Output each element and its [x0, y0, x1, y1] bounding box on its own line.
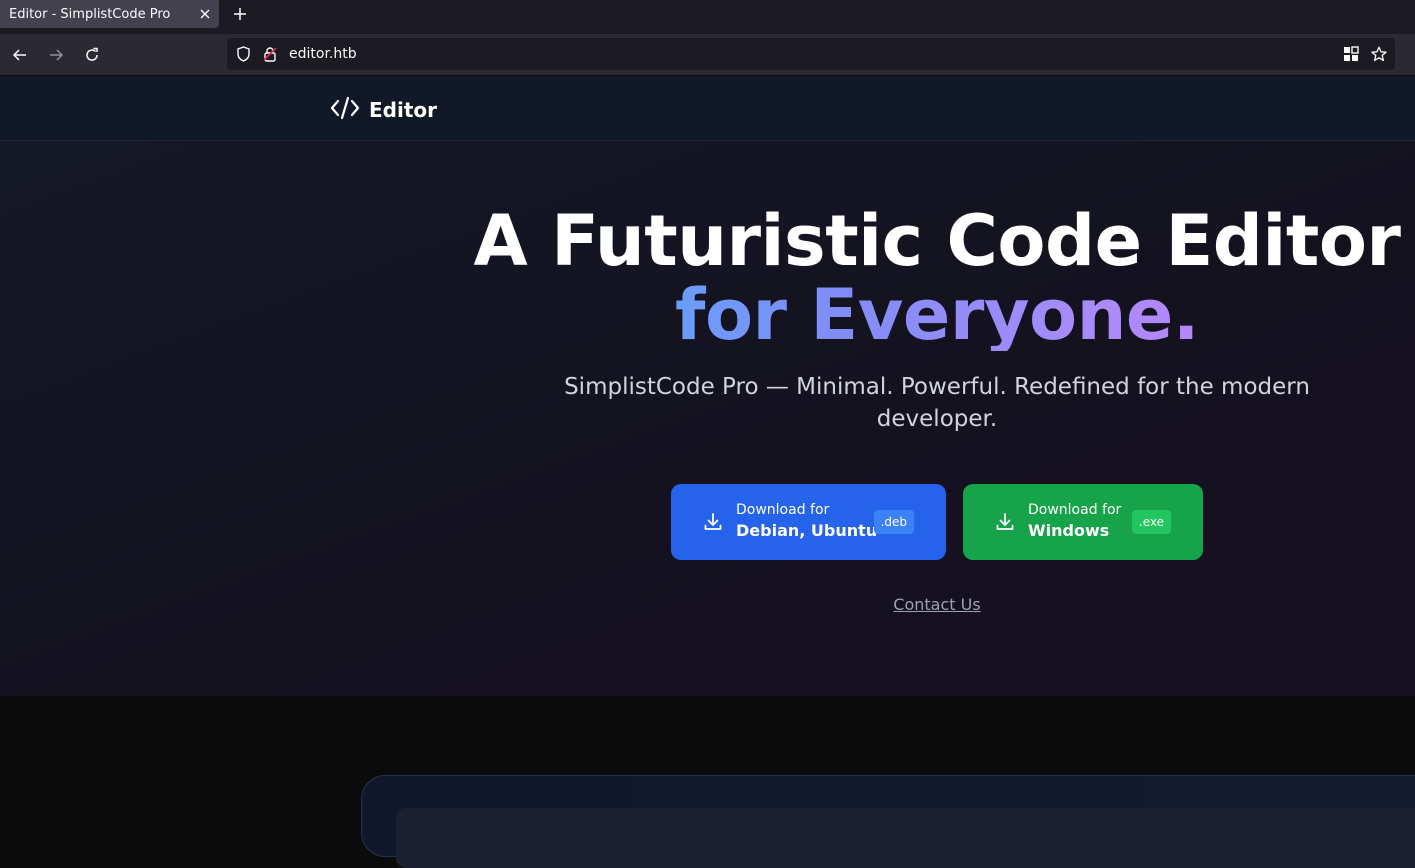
deb-badge: .deb: [873, 510, 914, 534]
download-debian-button[interactable]: Download for Debian, Ubuntu .deb: [671, 484, 946, 560]
download-debian-label: Download for Debian, Ubuntu: [736, 501, 877, 543]
hero-subtitle: SimplistCode Pro — Minimal. Powerful. Re…: [564, 374, 1310, 432]
browser-nav-bar: editor.htb: [0, 34, 1415, 76]
download-debian-small: Download for: [736, 502, 830, 518]
hero-headline: A Futuristic Code Editor: [473, 200, 1401, 282]
download-windows-button[interactable]: Download for Windows .exe: [963, 484, 1203, 560]
editor-preview-card: [361, 775, 1415, 868]
contact-us-link[interactable]: Contact Us: [458, 595, 1415, 614]
download-icon: [995, 512, 1015, 532]
download-windows-platform: Windows: [1028, 521, 1110, 540]
reload-icon[interactable]: [80, 43, 104, 67]
star-icon[interactable]: [1371, 46, 1387, 62]
editor-preview-window: [396, 808, 1415, 868]
grid-icon[interactable]: [1343, 46, 1359, 62]
browser-tab[interactable]: Editor - SimplistCode Pro: [0, 0, 219, 28]
back-icon[interactable]: [8, 43, 32, 67]
preview-section: [0, 696, 1415, 868]
brand-logo[interactable]: Editor: [330, 96, 437, 124]
url-text: editor.htb: [289, 46, 357, 62]
download-windows-small: Download for: [1028, 502, 1122, 518]
browser-tab-bar: Editor - SimplistCode Pro: [0, 0, 1415, 34]
close-tab-icon[interactable]: [191, 0, 219, 28]
hero-section: A Futuristic Code Editor for Everyone. S…: [0, 141, 1415, 696]
download-icon: [703, 512, 723, 532]
new-tab-icon[interactable]: [228, 2, 252, 26]
code-brackets-icon: [330, 96, 360, 124]
download-windows-label: Download for Windows: [1028, 501, 1121, 543]
site-header: Editor: [0, 76, 1415, 141]
url-bar[interactable]: editor.htb: [227, 38, 1395, 70]
exe-badge: .exe: [1131, 510, 1171, 534]
forward-icon[interactable]: [44, 43, 68, 67]
insecure-lock-icon[interactable]: [262, 46, 278, 62]
shield-icon[interactable]: [235, 46, 251, 62]
download-debian-platform: Debian, Ubuntu: [736, 521, 878, 540]
tab-title: Editor - SimplistCode Pro: [9, 6, 171, 22]
brand-name: Editor: [369, 98, 437, 122]
hero-headline-highlight: for Everyone.: [458, 279, 1415, 351]
